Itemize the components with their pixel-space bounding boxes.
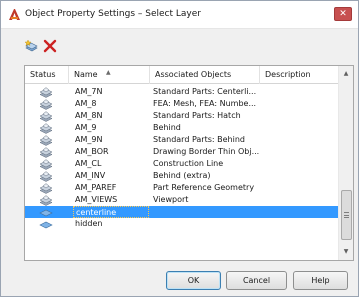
table-row[interactable]: AM_8 FEA: Mesh, FEA: Numbe... (25, 98, 340, 110)
layer-name: AM_BOR (75, 147, 109, 156)
layer-stack-icon (39, 135, 53, 146)
app-icon (9, 9, 20, 20)
table-row[interactable]: AM_INV Behind (extra) (25, 170, 340, 182)
layer-stack-icon (39, 110, 55, 122)
scroll-up-arrow-icon[interactable]: ▲ (339, 66, 353, 82)
layer-stack-icon (39, 111, 53, 122)
layer-stack-icon (39, 171, 53, 182)
window-title: Object Property Settings – Select Layer (25, 9, 201, 19)
layer-description (263, 146, 339, 158)
list-rows: AM_7N Standard Parts: Centerli... AM_8 FEA:… (25, 86, 340, 230)
layer-stack-icon (39, 182, 55, 194)
column-header-associated-objects[interactable]: Associated Objects (150, 66, 260, 84)
table-row[interactable]: centerline (25, 206, 340, 218)
layer-stack-icon (39, 123, 53, 134)
layer-description (263, 182, 339, 194)
toolbar (1, 29, 358, 59)
sort-ascending-icon: ▲ (106, 69, 111, 76)
layer-stack-icon (39, 134, 55, 146)
column-header-description[interactable]: Description (260, 66, 340, 84)
associated-objects: Behind (153, 123, 181, 132)
layer-description (263, 206, 339, 218)
layer-stack-icon (39, 158, 55, 170)
layer-description (263, 122, 339, 134)
layer-name: AM_8N (75, 111, 103, 120)
layer-name: AM_VIEWS (75, 195, 118, 204)
table-row[interactable]: AM_9N Standard Parts: Behind (25, 134, 340, 146)
layer-stack-icon (39, 147, 53, 158)
associated-objects (153, 206, 261, 218)
associated-objects: Standard Parts: Centerli... (153, 87, 257, 96)
layer-name: AM_9 (75, 123, 97, 132)
layer-stack-icon (39, 98, 55, 110)
layer-name: hidden (75, 219, 103, 228)
associated-objects: Standard Parts: Behind (153, 135, 245, 144)
table-row[interactable]: AM_9 Behind (25, 122, 340, 134)
associated-objects: Viewport (153, 195, 189, 204)
layer-description (263, 218, 339, 230)
associated-objects: FEA: Mesh, FEA: Numbe... (153, 99, 257, 108)
layer-description (263, 86, 339, 98)
layer-description (263, 110, 339, 122)
column-header-status[interactable]: Status (25, 66, 69, 84)
layer-single-icon (39, 221, 53, 229)
layer-single-icon (39, 209, 53, 217)
table-row[interactable]: AM_VIEWS Viewport (25, 194, 340, 206)
title-bar[interactable]: Object Property Settings – Select Layer … (1, 1, 358, 29)
layer-description (263, 134, 339, 146)
new-layer-icon[interactable] (25, 39, 39, 53)
layer-name: AM_CL (75, 159, 102, 168)
layer-single-icon (39, 206, 55, 218)
associated-objects: Drawing Border Thin Obj... (153, 147, 260, 156)
layer-description (263, 158, 339, 170)
scroll-down-arrow-icon[interactable]: ▼ (339, 244, 353, 260)
layer-stack-icon (39, 170, 55, 182)
layer-single-icon (39, 218, 55, 230)
associated-objects (153, 218, 261, 230)
delete-icon[interactable] (43, 39, 57, 53)
table-row[interactable]: AM_BOR Drawing Border Thin Obj... (25, 146, 340, 158)
table-row[interactable]: AM_PAREF Part Reference Geometry (25, 182, 340, 194)
layer-stack-icon (39, 146, 55, 158)
associated-objects: Behind (extra) (153, 171, 211, 180)
list-header: Status Name ▲ Associated Objects Descrip… (25, 66, 340, 84)
associated-objects: Construction Line (153, 159, 224, 168)
table-row[interactable]: AM_CL Construction Line (25, 158, 340, 170)
cancel-button[interactable]: Cancel (226, 271, 287, 290)
layer-stack-icon (39, 159, 53, 170)
column-header-name-label: Name (74, 70, 98, 79)
layer-description (263, 98, 339, 110)
layer-name: AM_9N (75, 135, 103, 144)
ok-button[interactable]: OK (166, 271, 221, 290)
layer-stack-icon (39, 99, 53, 110)
layer-stack-icon (39, 122, 55, 134)
layer-stack-icon (39, 183, 53, 194)
layer-stack-icon (39, 87, 53, 98)
table-row[interactable]: hidden (25, 218, 340, 230)
layer-name: AM_7N (75, 87, 103, 96)
help-button[interactable]: Help (293, 271, 348, 290)
layer-name: AM_8 (75, 99, 97, 108)
layer-stack-icon (39, 194, 55, 206)
layer-description (263, 194, 339, 206)
layer-list[interactable]: Status Name ▲ Associated Objects Descrip… (24, 65, 354, 261)
scroll-grip-icon (344, 212, 349, 218)
layer-description (263, 170, 339, 182)
layer-stack-icon (39, 195, 53, 206)
layer-name: AM_PAREF (75, 183, 117, 192)
column-header-name[interactable]: Name ▲ (69, 66, 150, 84)
associated-objects: Part Reference Geometry (153, 183, 255, 192)
close-button[interactable]: ✕ (334, 7, 352, 21)
table-row[interactable]: AM_7N Standard Parts: Centerli... (25, 86, 340, 98)
layer-name: centerline (73, 206, 149, 218)
layer-stack-icon (39, 86, 55, 98)
layer-name: AM_INV (75, 171, 106, 180)
vertical-scrollbar[interactable]: ▲ ▼ (338, 66, 353, 260)
select-layer-dialog: Object Property Settings – Select Layer … (0, 0, 359, 297)
table-row[interactable]: AM_8N Standard Parts: Hatch (25, 110, 340, 122)
associated-objects: Standard Parts: Hatch (153, 111, 241, 120)
scroll-thumb[interactable] (341, 190, 352, 240)
